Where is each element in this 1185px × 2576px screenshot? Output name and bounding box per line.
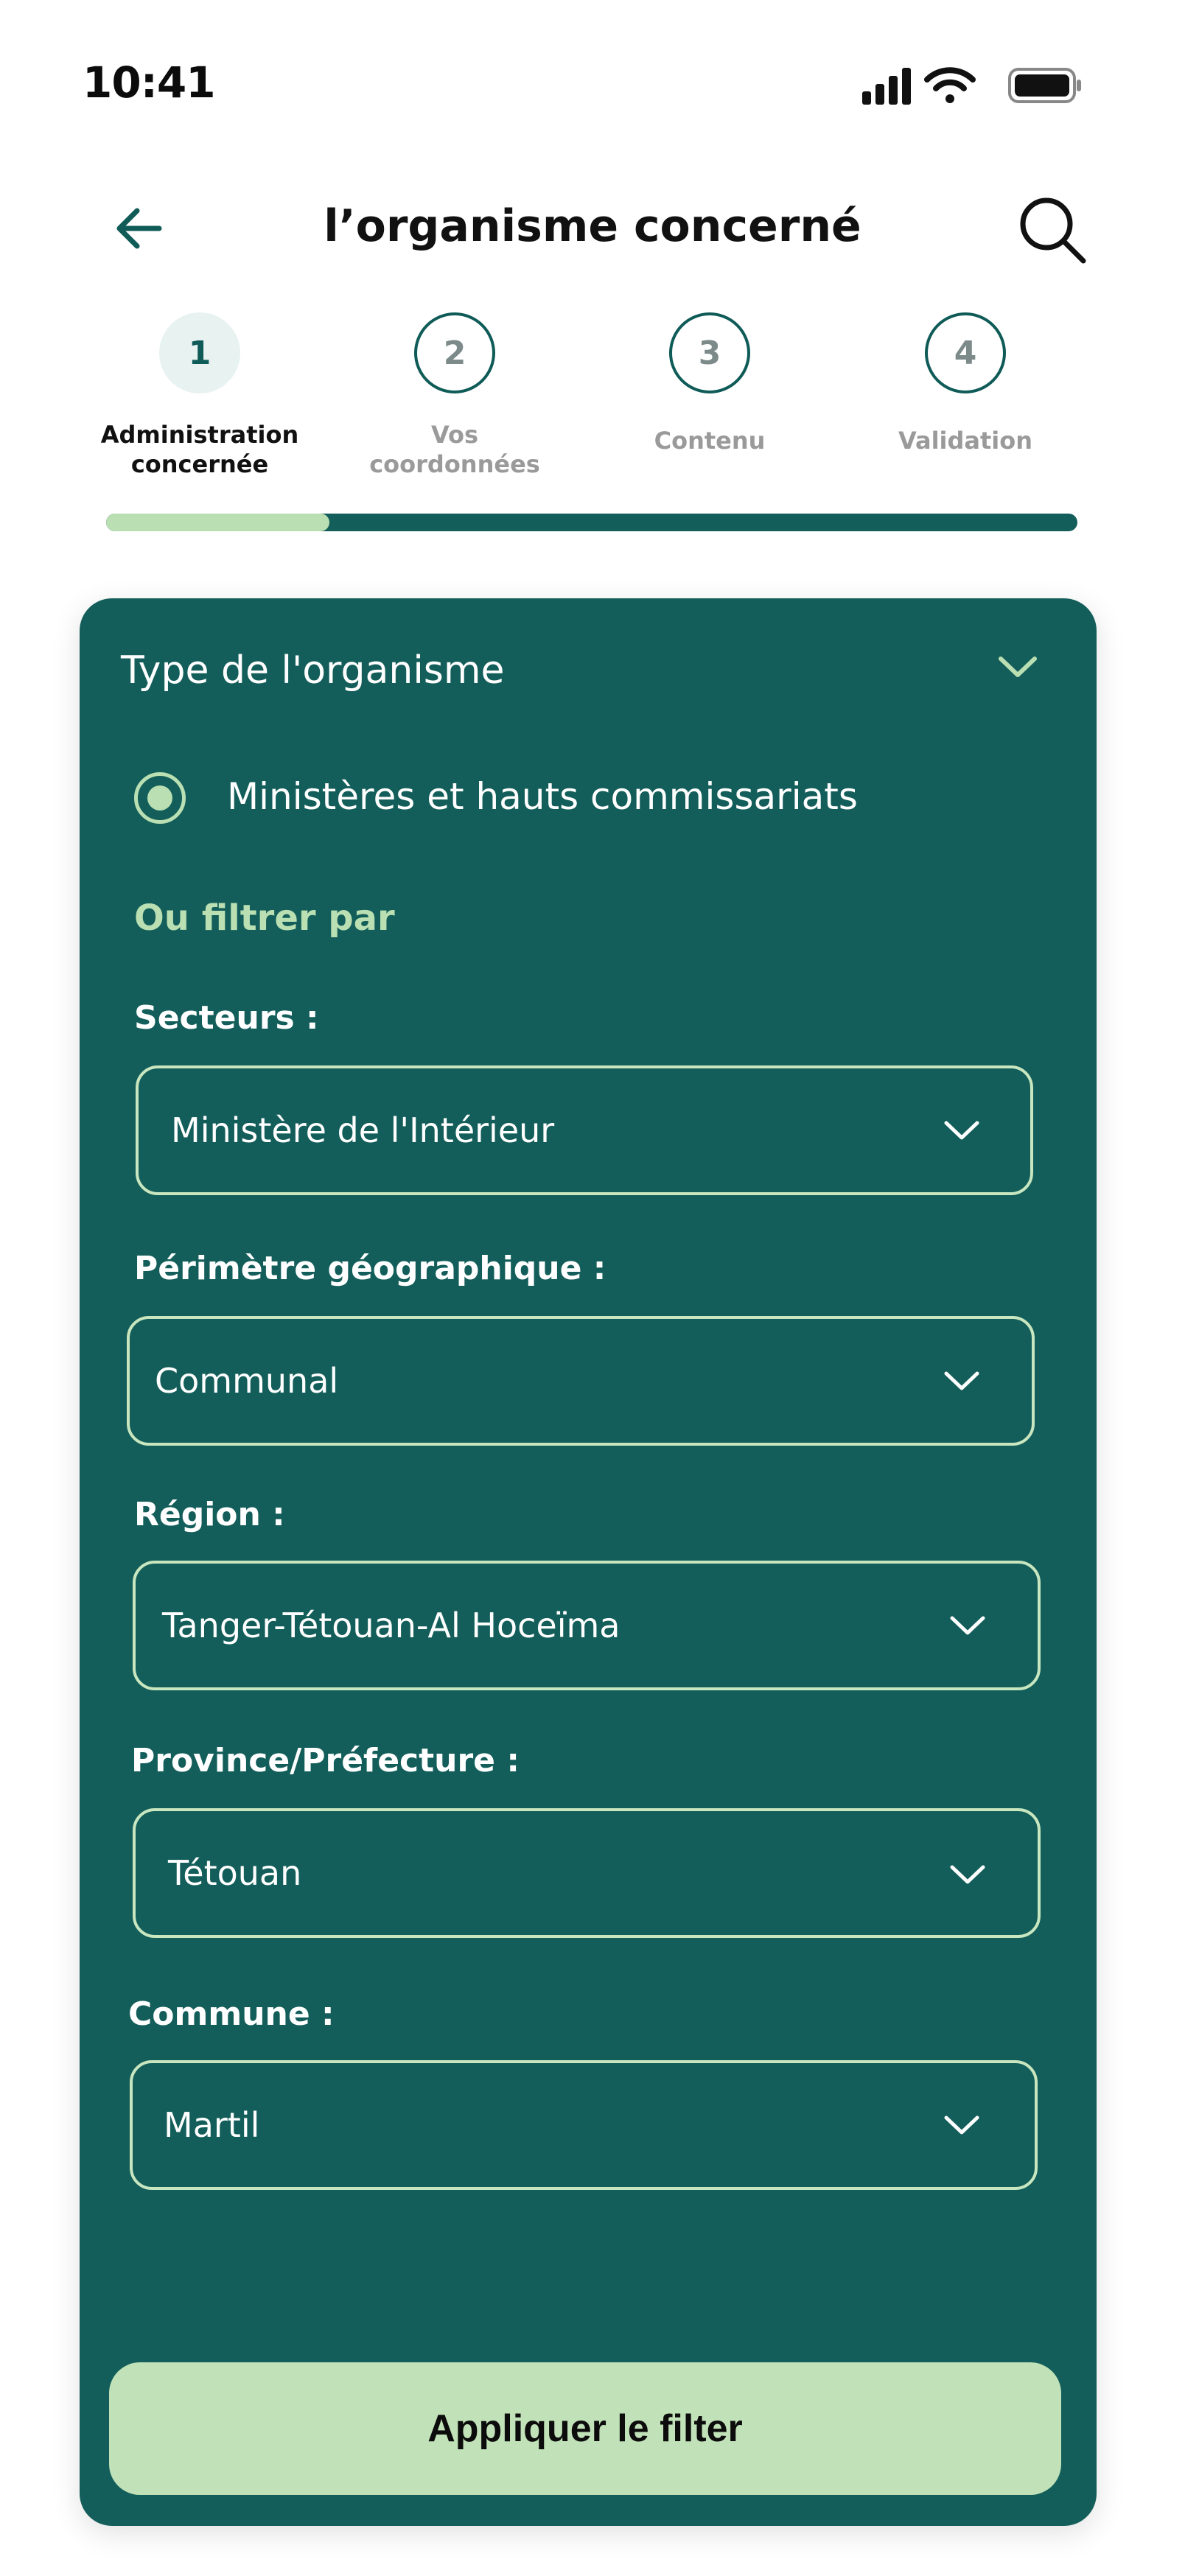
radio-button[interactable] (134, 772, 186, 824)
step-2-label-line2: coordonnées (369, 450, 540, 478)
step-1-label: Administration concernée (89, 420, 310, 479)
chevron-down-icon (950, 1616, 985, 1635)
wifi-icon (924, 67, 976, 103)
step-1-label-line1: Administration (100, 421, 299, 449)
battery-icon (1008, 68, 1081, 103)
chevron-down-icon (944, 1371, 979, 1390)
progress-fill (106, 514, 330, 531)
secteurs-value: Ministère de l'Intérieur (171, 1110, 555, 1150)
step-1-label-line2: concernée (130, 450, 269, 478)
status-icons (862, 67, 1081, 105)
step-2-label: Vos coordonnées (344, 420, 565, 479)
signal-icon (862, 68, 911, 105)
commune-select[interactable]: Martil (130, 2060, 1038, 2190)
status-time: 10:41 (83, 57, 216, 108)
step-1-circle[interactable]: 1 (159, 312, 240, 393)
step-3-label: Contenu (654, 427, 766, 455)
perimetre-label: Périmètre géographique : (134, 1250, 607, 1287)
step-4-circle[interactable]: 4 (925, 312, 1006, 393)
commune-value: Martil (164, 2105, 260, 2145)
province-select[interactable]: Tétouan (133, 1808, 1041, 1938)
chevron-down-icon (944, 1121, 979, 1140)
step-2-label-line1: Vos (430, 421, 479, 449)
radio-label[interactable]: Ministères et hauts commissariats (227, 775, 858, 818)
region-select[interactable]: Tanger-Tétouan-Al Hoceïma (133, 1561, 1041, 1690)
step-3-circle[interactable]: 3 (669, 312, 750, 393)
secteurs-select[interactable]: Ministère de l'Intérieur (136, 1065, 1033, 1195)
step-4-label: Validation (898, 427, 1033, 455)
apply-filter-button[interactable]: Appliquer le filter (109, 2362, 1061, 2495)
province-value: Tétouan (168, 1853, 302, 1893)
region-label: Région : (134, 1496, 285, 1533)
page-title: l’organisme concerné (324, 200, 861, 252)
perimetre-value: Communal (155, 1361, 339, 1401)
card-title[interactable]: Type de l'organisme (121, 648, 505, 693)
secteurs-label: Secteurs : (134, 999, 319, 1037)
chevron-down-icon[interactable] (995, 648, 1041, 685)
step-2-circle[interactable]: 2 (414, 312, 495, 393)
perimetre-select[interactable]: Communal (127, 1316, 1035, 1446)
chevron-down-icon (944, 2115, 979, 2135)
province-label: Province/Préfecture : (131, 1742, 520, 1779)
chevron-down-icon (950, 1865, 985, 1884)
filter-subtitle: Ou filtrer par (134, 897, 395, 939)
region-value: Tanger-Tétouan-Al Hoceïma (162, 1606, 621, 1645)
radio-selected-dot (147, 785, 172, 811)
search-icon[interactable] (1016, 193, 1089, 267)
commune-label: Commune : (128, 1995, 335, 2033)
progress-bar (106, 514, 1077, 531)
